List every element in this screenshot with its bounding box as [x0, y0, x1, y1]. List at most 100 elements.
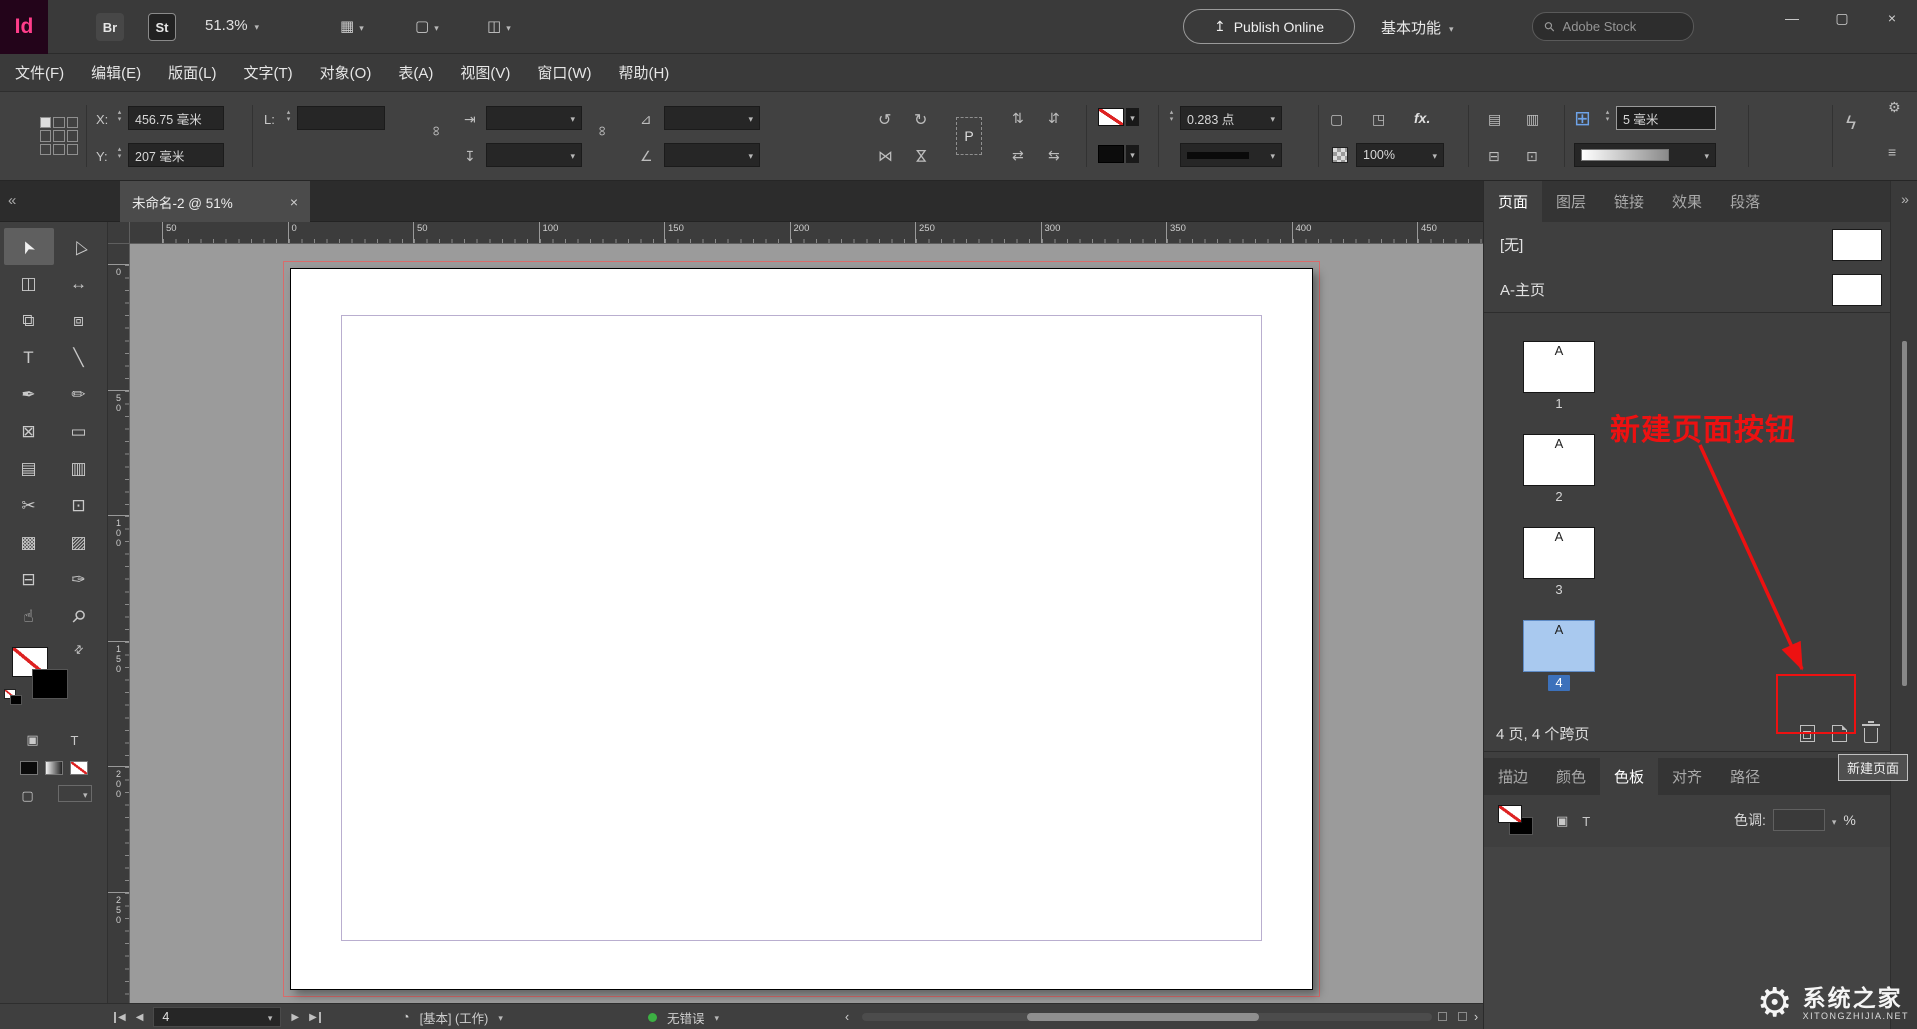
tab-pathfinder[interactable]: 路径	[1716, 758, 1774, 795]
horizontal-ruler[interactable]: 50050100150200250300350400450	[130, 222, 1483, 244]
spacing-icon-2[interactable]: ⇵	[1048, 110, 1060, 127]
stroke-color-swatch[interactable]	[1098, 108, 1124, 126]
vertical-grid-tool[interactable]: ▥	[54, 450, 104, 487]
menu-help[interactable]: 帮助(H)	[618, 62, 669, 83]
master-none-row[interactable]: [无]	[1484, 222, 1890, 267]
stroke-color-dropdown[interactable]	[1126, 108, 1139, 126]
rotate-ccw-icon[interactable]: ↺	[878, 110, 891, 130]
gear-icon[interactable]: ⚙	[1888, 99, 1901, 116]
apply-none-button[interactable]	[70, 761, 88, 775]
master-a-row[interactable]: A-主页	[1484, 267, 1890, 312]
close-tab-icon[interactable]: ×	[290, 194, 298, 210]
menu-view[interactable]: 视图(V)	[460, 62, 510, 83]
zoom-level-control[interactable]: 51.3%	[205, 17, 259, 34]
menu-table[interactable]: 表(A)	[398, 62, 433, 83]
view-options-button[interactable]: ▦	[340, 17, 364, 35]
stroke-weight-stepper[interactable]	[1166, 109, 1177, 123]
note-tool[interactable]: ⊟	[4, 561, 54, 598]
first-page-button[interactable]: ◀	[114, 1012, 126, 1023]
stock-button[interactable]: St	[148, 13, 176, 41]
rectangle-frame-tool[interactable]: ⊠	[4, 413, 54, 450]
tint-input[interactable]	[1773, 809, 1825, 831]
publish-online-button[interactable]: ↥ Publish Online	[1183, 9, 1355, 44]
tab-swatches[interactable]: 色板	[1600, 758, 1658, 795]
workspace-switcher[interactable]: 基本功能	[1381, 17, 1454, 38]
gap-tool[interactable]: ↔	[54, 265, 104, 302]
normal-view-button[interactable]: ▢	[16, 785, 40, 807]
paragraph-proxy-button[interactable]: P	[956, 117, 982, 155]
tab-effects[interactable]: 效果	[1658, 181, 1716, 222]
view-mode-dropdown[interactable]	[58, 785, 92, 802]
current-page-dropdown[interactable]: 4	[153, 1007, 281, 1027]
apply-gradient-button[interactable]	[45, 761, 63, 775]
swatches-fill-stroke-proxy[interactable]	[1496, 802, 1542, 840]
zoom-tool[interactable]: ⚲	[54, 598, 104, 635]
rectangle-tool[interactable]: ▭	[54, 413, 104, 450]
page-thumb-3[interactable]: A 3	[1523, 527, 1595, 598]
document-page[interactable]	[290, 268, 1313, 990]
menu-edit[interactable]: 编辑(E)	[91, 62, 141, 83]
swap-fill-stroke-icon[interactable]: ⇄	[71, 642, 87, 658]
menu-type[interactable]: 文字(T)	[244, 62, 293, 83]
grid-gap-stepper[interactable]	[1602, 109, 1613, 123]
spacing-icon-3[interactable]: ⇄	[1012, 147, 1024, 164]
formatting-container-button[interactable]: ▣	[21, 729, 45, 751]
tab-pages[interactable]: 页面	[1484, 181, 1542, 222]
horizontal-scrollbar-thumb[interactable]	[1027, 1013, 1259, 1021]
stroke-swatch-black[interactable]	[32, 669, 68, 699]
menu-object[interactable]: 对象(O)	[320, 62, 372, 83]
direct-selection-tool[interactable]: ▷	[54, 228, 104, 265]
horizontal-scrollbar[interactable]	[862, 1013, 1432, 1021]
scissors-tool[interactable]: ✂	[4, 487, 54, 524]
restore-button[interactable]: ▢	[1817, 0, 1867, 36]
frame-grid-icon[interactable]: ⊞	[1574, 106, 1591, 131]
content-placer-tool[interactable]: ⧈	[54, 302, 104, 339]
gradient-feather-dropdown[interactable]	[1574, 143, 1716, 167]
flip-horizontal-icon[interactable]: ⋈	[878, 147, 893, 165]
text-frame-icon-3[interactable]: ⊟	[1488, 148, 1500, 165]
gradient-feather-tool[interactable]: ▨	[54, 524, 104, 561]
pages-scrollbar[interactable]	[1902, 341, 1907, 686]
grid-gap-input[interactable]: 5 毫米	[1616, 106, 1716, 130]
horizontal-grid-tool[interactable]: ▤	[4, 450, 54, 487]
screen-mode-button-top[interactable]: ▢	[415, 17, 439, 35]
tab-align[interactable]: 对齐	[1658, 758, 1716, 795]
free-transform-tool[interactable]: ⊡	[54, 487, 104, 524]
tab-color[interactable]: 颜色	[1542, 758, 1600, 795]
collapse-right-icon[interactable]: »	[1891, 191, 1917, 207]
corner-shape-icon[interactable]: ◳	[1372, 111, 1385, 128]
y-input[interactable]: 207 毫米	[128, 143, 224, 167]
bridge-button[interactable]: Br	[96, 13, 124, 41]
previous-page-button[interactable]: ◀	[136, 1012, 144, 1023]
tab-stroke[interactable]: 描边	[1484, 758, 1542, 795]
tab-links[interactable]: 链接	[1600, 181, 1658, 222]
apply-color-button[interactable]	[20, 761, 38, 775]
x-stepper[interactable]	[114, 109, 125, 123]
last-page-button[interactable]: ▶	[309, 1012, 321, 1023]
page-thumb-1[interactable]: A 1	[1523, 341, 1595, 412]
text-frame-icon-1[interactable]: ▤	[1488, 111, 1501, 128]
stroke-weight-input[interactable]: 0.283 点	[1180, 106, 1282, 130]
preflight-status-group[interactable]: 无错误	[648, 1004, 719, 1029]
vertical-ruler[interactable]: 050100150200250300	[108, 244, 130, 1003]
eyedropper-tool[interactable]: ✑	[54, 561, 104, 598]
scroll-left-arrow[interactable]: ‹	[845, 1004, 849, 1029]
text-color-icon[interactable]: T	[1582, 814, 1590, 829]
spacing-icon-1[interactable]: ⇅	[1012, 110, 1024, 127]
quick-apply-icon[interactable]: ϟ	[1846, 113, 1856, 135]
height-input[interactable]	[486, 143, 582, 167]
shear-input[interactable]	[664, 143, 760, 167]
pen-tool[interactable]: ✒	[4, 376, 54, 413]
corner-options-icon[interactable]: ▢	[1330, 111, 1343, 128]
document-tab[interactable]: 未命名-2 @ 51% ×	[120, 181, 310, 222]
effects-button[interactable]: fx.	[1414, 110, 1430, 126]
text-frame-icon-2[interactable]: ▥	[1526, 111, 1539, 128]
text-frame-icon-4[interactable]: ⊡	[1526, 148, 1538, 165]
line-tool[interactable]: ╲	[54, 339, 104, 376]
type-tool[interactable]: T	[4, 339, 54, 376]
scale-input[interactable]	[664, 106, 760, 130]
gradient-swatch-tool[interactable]: ▩	[4, 524, 54, 561]
flip-vertical-icon[interactable]: ⋈	[913, 149, 931, 164]
pasteboard[interactable]	[130, 244, 1483, 1003]
x-input[interactable]: 456.75 毫米	[128, 106, 224, 130]
